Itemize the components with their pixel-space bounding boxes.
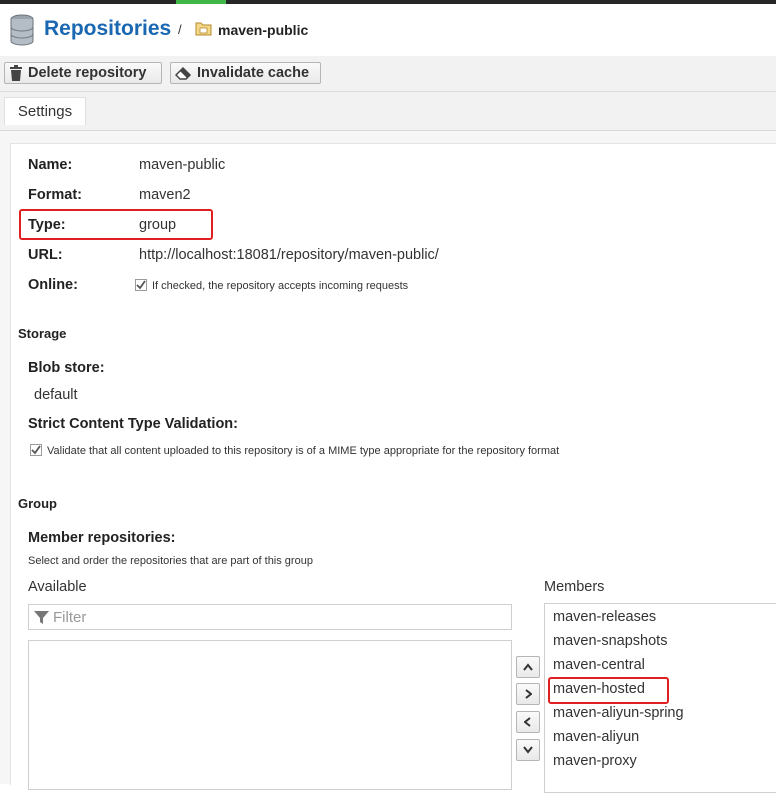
checkmark-icon <box>31 445 41 455</box>
blob-store-value: default <box>34 387 78 403</box>
delete-repository-label: Delete repository <box>28 65 147 81</box>
chevron-right-icon <box>525 689 532 699</box>
strict-validation-label: Strict Content Type Validation: <box>28 416 238 432</box>
member-item-maven-central[interactable]: maven-central <box>553 657 645 673</box>
strict-validation-checkbox[interactable] <box>30 444 42 456</box>
tab-settings[interactable]: Settings <box>4 97 86 125</box>
chevron-up-icon <box>523 663 533 671</box>
member-item-maven-aliyun[interactable]: maven-aliyun <box>553 729 639 745</box>
name-label: Name: <box>28 157 73 173</box>
member-repositories-description: Select and order the repositories that a… <box>28 555 313 567</box>
type-highlight-box <box>19 209 213 240</box>
toolbar: Delete repository Invalidate cache <box>0 56 776 92</box>
repository-folder-icon <box>195 22 212 36</box>
member-item-maven-snapshots[interactable]: maven-snapshots <box>553 633 667 649</box>
available-repositories-list[interactable] <box>28 640 512 790</box>
filter-placeholder: Filter <box>53 609 87 626</box>
page-header: Repositories / maven-public <box>0 4 776 56</box>
maven-hosted-highlight-box <box>548 677 669 704</box>
group-section-title: Group <box>18 496 57 511</box>
eraser-icon <box>175 66 192 80</box>
online-label: Online: <box>28 277 78 293</box>
invalidate-cache-button[interactable]: Invalidate cache <box>170 62 321 84</box>
online-description: If checked, the repository accepts incom… <box>152 280 409 292</box>
chevron-down-icon <box>523 746 533 754</box>
storage-section-title: Storage <box>18 326 67 341</box>
blob-store-label: Blob store: <box>28 360 105 376</box>
url-label: URL: <box>28 247 63 263</box>
add-member-button[interactable] <box>516 683 540 705</box>
name-value: maven-public <box>139 157 226 173</box>
strict-validation-description: Validate that all content uploaded to th… <box>47 445 560 457</box>
member-repositories-label: Member repositories: <box>28 530 176 546</box>
format-value: maven2 <box>139 187 191 203</box>
online-checkbox[interactable] <box>135 279 147 291</box>
filter-icon <box>34 611 49 624</box>
delete-repository-button[interactable]: Delete repository <box>4 62 162 84</box>
member-item-maven-releases[interactable]: maven-releases <box>553 609 656 625</box>
filter-input[interactable]: Filter <box>28 604 512 630</box>
member-item-maven-aliyun-spring[interactable]: maven-aliyun-spring <box>553 705 684 721</box>
trash-icon <box>10 65 22 81</box>
member-item-maven-proxy[interactable]: maven-proxy <box>553 753 637 769</box>
breadcrumb-separator: / <box>178 22 182 37</box>
chevron-left-icon <box>524 717 531 727</box>
tab-bar: Settings <box>0 92 776 131</box>
invalidate-cache-label: Invalidate cache <box>197 65 310 81</box>
breadcrumb-current: maven-public <box>218 22 309 38</box>
database-icon <box>10 14 34 46</box>
page-title[interactable]: Repositories <box>44 17 171 41</box>
move-down-button[interactable] <box>516 739 540 761</box>
members-label: Members <box>544 579 605 595</box>
checkmark-icon <box>136 280 146 290</box>
url-value: http://localhost:18081/repository/maven-… <box>139 247 439 263</box>
available-label: Available <box>28 579 87 595</box>
format-label: Format: <box>28 187 82 203</box>
move-up-button[interactable] <box>516 656 540 678</box>
remove-member-button[interactable] <box>516 711 540 733</box>
